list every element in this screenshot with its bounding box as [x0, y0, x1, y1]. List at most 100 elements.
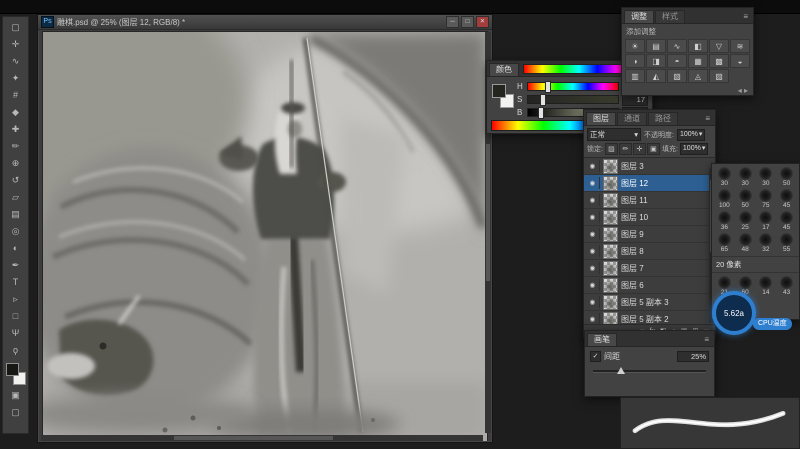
layer-thumbnail[interactable] [603, 226, 618, 242]
tool-button[interactable]: ▤ [4, 206, 27, 223]
layer-row[interactable]: ◉ 图层 9 [584, 226, 715, 243]
opacity-field[interactable]: 100% ▾ [676, 128, 706, 141]
layer-row[interactable]: ◉ 图层 6 [584, 277, 715, 294]
lock-all-icon[interactable]: ▣ [646, 143, 660, 155]
brush-preset[interactable]: 55 [776, 232, 797, 254]
slider-track[interactable] [527, 81, 619, 93]
layer-thumbnail[interactable] [603, 175, 618, 191]
tool-button[interactable]: □ [4, 308, 27, 325]
horizontal-scrollbar[interactable] [41, 435, 483, 441]
tool-button[interactable]: Ψ [4, 325, 27, 342]
brush-preset[interactable]: 30 [756, 166, 777, 188]
foreground-color-swatch[interactable] [5, 363, 19, 376]
layer-row[interactable]: ◉ 图层 7 [584, 260, 715, 277]
slider-thumb[interactable] [544, 81, 551, 93]
foreground-color-swatch[interactable] [492, 84, 506, 98]
tool-button[interactable]: ◎ [4, 223, 27, 240]
invert-icon[interactable]: ◒ [730, 54, 750, 68]
brush-preset[interactable]: 50 [776, 166, 797, 188]
lock-transparency-icon[interactable]: ▨ [604, 143, 618, 155]
panel-menu-icon[interactable]: ≡ [740, 11, 751, 23]
document-titlebar[interactable]: Ps 雕棋.psd @ 25% (图层 12, RGB/8) * ─ □ ✕ [38, 15, 492, 30]
lock-paint-icon[interactable]: ✏ [618, 143, 632, 155]
blend-mode-select[interactable]: 正常 ▾ [587, 128, 641, 141]
brush-preset[interactable]: 100 [714, 188, 735, 210]
tool-button[interactable]: ⊕ [4, 155, 27, 172]
brush-preset[interactable]: 43 [776, 275, 797, 297]
tool-button[interactable]: ▹ [4, 291, 27, 308]
tool-button[interactable]: ✦ [4, 70, 27, 87]
tool-button[interactable]: ▣ [4, 387, 27, 404]
brush-preset[interactable]: 45 [776, 210, 797, 232]
vibrance-icon[interactable]: ▽ [709, 39, 729, 53]
tool-button[interactable]: ◐ [4, 240, 27, 257]
tool-button[interactable]: ▱ [4, 189, 27, 206]
brush-preset[interactable]: 75 [756, 188, 777, 210]
exposure-icon[interactable]: ◧ [688, 39, 708, 53]
layer-row[interactable]: ◉ 图层 8 [584, 243, 715, 260]
spacing-checkbox[interactable]: ✓ [590, 351, 601, 362]
tab-channels[interactable]: 通道 [617, 112, 647, 125]
vertical-scroll-thumb[interactable] [486, 144, 490, 281]
eye-icon[interactable]: ◉ [586, 296, 600, 308]
spacing-slider[interactable] [593, 367, 706, 375]
tab-paths[interactable]: 路径 [648, 112, 678, 125]
eye-icon[interactable]: ◉ [586, 262, 600, 274]
brush-preset[interactable]: 17 [756, 210, 777, 232]
tab-brush[interactable]: 画笔 [587, 333, 617, 346]
layer-row[interactable]: ◉ 图层 5 副本 2 [584, 311, 715, 324]
tool-button[interactable]: ▢ [4, 19, 27, 36]
brush-preset[interactable]: 48 [735, 232, 756, 254]
layer-thumbnail[interactable] [603, 158, 618, 174]
tool-button[interactable]: ◆ [4, 104, 27, 121]
eye-icon[interactable]: ◉ [586, 245, 600, 257]
tool-button[interactable]: ✒ [4, 257, 27, 274]
brush-preset[interactable]: 45 [776, 188, 797, 210]
brush-preset[interactable]: 36 [714, 210, 735, 232]
tool-button[interactable]: ↺ [4, 172, 27, 189]
levels-icon[interactable]: ▤ [646, 39, 666, 53]
layer-row[interactable]: ◉ 图层 10 [584, 209, 715, 226]
brush-preset[interactable]: 30 [714, 166, 735, 188]
layer-thumbnail[interactable] [603, 277, 618, 293]
eye-icon[interactable]: ◉ [586, 313, 600, 324]
tab-layers[interactable]: 图层 [586, 112, 616, 125]
tool-button[interactable]: ✚ [4, 121, 27, 138]
tab-adjustments[interactable]: 调整 [624, 10, 654, 23]
channel-mixer-icon[interactable]: ▦ [688, 54, 708, 68]
spectrum-strip[interactable] [523, 64, 636, 74]
brush-preset[interactable]: 14 [756, 275, 777, 297]
tool-button[interactable]: # [4, 87, 27, 104]
brush-preset[interactable]: 30 [735, 166, 756, 188]
tool-button[interactable]: ∿ [4, 53, 27, 70]
slider-thumb[interactable] [537, 107, 544, 119]
color-lookup-icon[interactable]: ▩ [709, 54, 729, 68]
horizontal-scroll-thumb[interactable] [173, 436, 333, 440]
panel-menu-icon[interactable]: ≡ [701, 334, 712, 346]
close-button[interactable]: ✕ [476, 16, 489, 28]
eye-icon[interactable]: ◉ [586, 177, 600, 189]
black-white-icon[interactable]: ◨ [646, 54, 666, 68]
posterize-icon[interactable]: ▥ [625, 69, 645, 83]
threshold-icon[interactable]: ◭ [646, 69, 666, 83]
fill-field[interactable]: 100% ▾ [679, 143, 709, 155]
tool-button[interactable]: ϙ [4, 342, 27, 359]
eye-icon[interactable]: ◉ [586, 194, 600, 206]
layer-thumbnail[interactable] [603, 294, 618, 310]
eye-icon[interactable]: ◉ [586, 211, 600, 223]
spacing-slider-thumb[interactable] [617, 367, 626, 374]
brightness-contrast-icon[interactable]: ☀ [625, 39, 645, 53]
brush-preset[interactable]: 50 [735, 188, 756, 210]
toolbox-color-swatches[interactable] [5, 362, 27, 386]
eye-icon[interactable]: ◉ [586, 160, 600, 172]
layer-row[interactable]: ◉ 图层 11 [584, 192, 715, 209]
brush-preset[interactable]: 65 [714, 232, 735, 254]
tab-styles[interactable]: 样式 [655, 10, 685, 23]
panel-menu-icon[interactable]: ≡ [702, 113, 713, 125]
slider-track[interactable] [527, 94, 619, 106]
layer-thumbnail[interactable] [603, 260, 618, 276]
custom-preset-icon[interactable]: ▨ [709, 69, 729, 83]
eye-icon[interactable]: ◉ [586, 228, 600, 240]
tab-color[interactable]: 颜色 [489, 63, 519, 76]
minimize-button[interactable]: ─ [446, 16, 459, 28]
